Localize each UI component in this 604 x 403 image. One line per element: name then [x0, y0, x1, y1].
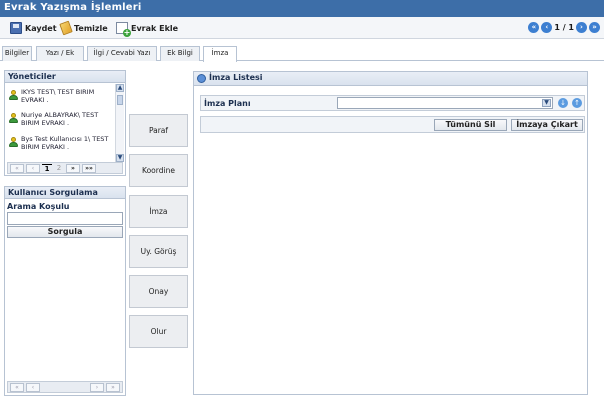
results-prev-button[interactable]: ‹ — [26, 382, 40, 392]
imza-plani-select[interactable]: ▼ — [337, 97, 553, 109]
tab-strip: Bilgiler Yazı / Ek İlgi / Cevabi Yazı Ek… — [0, 45, 604, 62]
scroll-thumb[interactable] — [117, 95, 123, 105]
olur-button[interactable]: Olur — [129, 315, 188, 348]
user-icon — [9, 90, 18, 100]
save-icon — [10, 22, 22, 34]
yoneticiler-pager: « ‹ 1 2 » »» — [7, 162, 123, 174]
kullanici-sorgulama-panel: Kullanıcı Sorgulama Arama Koşulu Sorgula… — [4, 186, 126, 396]
next-record-icon[interactable]: › — [576, 22, 587, 33]
info-icon — [197, 74, 206, 83]
pager-page-1[interactable]: 1 — [42, 163, 52, 173]
imza-button[interactable]: İmza — [129, 195, 188, 228]
search-button[interactable]: Sorgula — [7, 226, 123, 238]
list-item-text: IKYS TEST\ TEST BIRIM EVRAKI . — [21, 88, 95, 104]
move-up-icon[interactable]: ↑ — [572, 98, 582, 108]
pager-next-button[interactable]: » — [66, 163, 80, 173]
scroll-down-icon[interactable]: ▼ — [116, 154, 124, 162]
remove-from-signature-button[interactable]: İmzaya Çıkart — [511, 119, 583, 131]
list-item[interactable]: Nuriye ALBAYRAK\ TEST BIRIM EVRAKI . — [8, 111, 116, 127]
prev-record-icon[interactable]: ‹ — [541, 22, 553, 33]
imza-listesi-title: İmza Listesi — [209, 73, 263, 82]
first-record-icon[interactable]: « — [528, 22, 540, 33]
imza-plani-row: İmza Planı ▼ ↓ ↑ — [200, 95, 585, 111]
imza-listesi-panel: İmza Listesi İmza Planı ▼ ↓ ↑ Tümünü Sil… — [193, 71, 588, 395]
list-item-text: Bys Test Kullanıcısı 1\ TEST BIRIM EVRAK… — [21, 135, 109, 151]
add-document-button-label: Evrak Ekle — [131, 23, 179, 33]
search-condition-input[interactable] — [7, 212, 123, 225]
tab-imza[interactable]: İmza — [203, 46, 237, 62]
toolbar: Kaydet Temizle Evrak Ekle « ‹ 1 / 1 › » — [0, 17, 604, 39]
imza-listesi-header: İmza Listesi — [194, 72, 587, 86]
results-first-button[interactable]: « — [10, 382, 24, 392]
list-item-text: Nuriye ALBAYRAK\ TEST BIRIM EVRAKI . — [21, 111, 99, 127]
save-button[interactable]: Kaydet — [10, 21, 57, 35]
save-button-label: Kaydet — [25, 23, 57, 33]
kullanici-sorgulama-title: Kullanıcı Sorgulama — [5, 187, 125, 199]
list-scrollbar[interactable]: ▲ ▼ — [115, 84, 124, 162]
user-icon — [9, 113, 18, 123]
yoneticiler-panel: Yöneticiler IKYS TEST\ TEST BIRIM EVRAKI… — [4, 70, 126, 176]
user-icon — [9, 137, 18, 147]
chevron-down-icon[interactable]: ▼ — [542, 99, 551, 107]
tab-ilgi-cevabi-yazi[interactable]: İlgi / Cevabi Yazı — [87, 46, 157, 61]
pager-page-2[interactable]: 2 — [54, 164, 64, 172]
results-next-button[interactable]: › — [90, 382, 104, 392]
eraser-icon — [59, 20, 73, 36]
yoneticiler-title: Yöneticiler — [5, 71, 125, 83]
record-pager-text: 1 / 1 — [554, 23, 574, 32]
imza-actions-row: Tümünü Sil İmzaya Çıkart — [200, 116, 585, 133]
results-last-button[interactable]: » — [106, 382, 120, 392]
tab-yazi-ek[interactable]: Yazı / Ek — [36, 46, 84, 61]
record-pager: « ‹ 1 / 1 › » — [528, 22, 600, 33]
clean-button[interactable]: Temizle — [59, 20, 108, 36]
tab-ek-bilgi[interactable]: Ek Bilgi — [160, 46, 200, 61]
window-title: Evrak Yazışma İşlemleri — [0, 0, 604, 17]
pager-first-button[interactable]: « — [10, 163, 24, 173]
results-pager: « ‹ › » — [7, 381, 123, 393]
list-item[interactable]: IKYS TEST\ TEST BIRIM EVRAKI . — [8, 88, 116, 104]
imza-plani-label: İmza Planı — [204, 99, 251, 108]
paraf-button[interactable]: Paraf — [129, 114, 188, 147]
onay-button[interactable]: Onay — [129, 275, 188, 308]
clear-all-button[interactable]: Tümünü Sil — [434, 119, 507, 131]
last-record-icon[interactable]: » — [589, 22, 600, 33]
uy-gorus-button[interactable]: Uy. Görüş — [129, 235, 188, 268]
pager-last-button[interactable]: »» — [82, 163, 96, 173]
list-item[interactable]: Bys Test Kullanıcısı 1\ TEST BIRIM EVRAK… — [8, 135, 116, 151]
search-condition-label: Arama Koşulu — [7, 202, 70, 211]
tab-bilgiler[interactable]: Bilgiler — [2, 46, 32, 61]
pager-prev-button[interactable]: ‹ — [26, 163, 40, 173]
add-document-icon — [116, 22, 131, 37]
move-down-icon[interactable]: ↓ — [558, 98, 568, 108]
add-document-button[interactable]: Evrak Ekle — [116, 21, 179, 37]
scroll-up-icon[interactable]: ▲ — [116, 84, 124, 92]
koordine-button[interactable]: Koordine — [129, 154, 188, 187]
clean-button-label: Temizle — [74, 23, 108, 33]
